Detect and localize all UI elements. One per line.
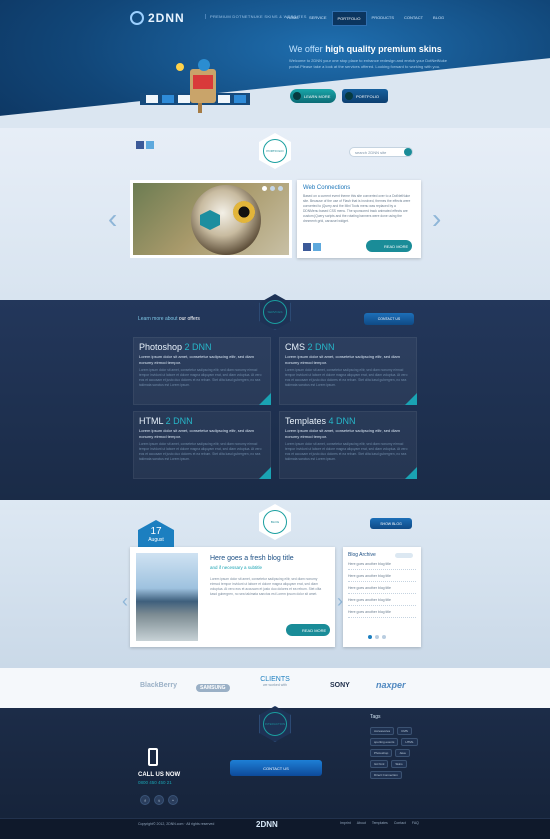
services-hex-label: SERVICES <box>263 300 287 324</box>
blog-archive: Blog Archive Here goes another blog titl… <box>343 547 421 647</box>
twitter-icon[interactable] <box>146 141 154 149</box>
contact-us-button[interactable]: CONTACT US <box>364 313 414 325</box>
archive-item[interactable]: Here goes another blog title <box>348 582 416 594</box>
footer-nav: Imprint About Templates Contact FAQ <box>340 821 419 825</box>
copyright: Copyright© 2012, 2DNN.com · All rights r… <box>138 822 215 826</box>
phone-icon <box>148 748 158 766</box>
twitter-share-icon[interactable] <box>313 243 321 251</box>
portfolio-button[interactable]: PORTFOLIO <box>342 89 388 103</box>
pager-dot[interactable] <box>382 635 386 639</box>
logo-icon <box>130 11 144 25</box>
tag-item[interactable]: Skins <box>391 760 407 768</box>
slider-prev-icon[interactable]: ‹ <box>108 205 118 233</box>
blog-subtitle: and if necessary a subtitle <box>210 565 263 570</box>
call-us-label: CALL US NOW <box>138 772 181 778</box>
tag-item[interactable]: Direct Connection <box>370 771 402 779</box>
tag-item[interactable]: Git html <box>370 760 389 768</box>
nav-blog[interactable]: BLOG <box>428 11 449 26</box>
nav-home[interactable]: HOME <box>282 11 304 26</box>
pager-dot[interactable] <box>368 635 372 639</box>
archive-pager <box>368 635 386 639</box>
service-card-cms[interactable]: CMS 2 DNN Lorem ipsum dolor sit amet, co… <box>279 337 417 405</box>
search-icon[interactable] <box>404 148 412 156</box>
archive-toggle[interactable] <box>395 553 413 558</box>
tag-item[interactable]: Java <box>395 749 410 757</box>
up-arrow-icon[interactable]: ^ <box>168 795 178 805</box>
show-blog-button[interactable]: SHOW BLOG <box>370 518 412 529</box>
learn-more-button[interactable]: LEARN MORE <box>290 89 336 103</box>
clients-heading: CLIENTS we worked with <box>260 676 290 687</box>
learn-more-offers[interactable]: Learn more about our offers <box>138 316 200 322</box>
info-title: Web Connections <box>303 185 351 191</box>
main-nav: HOME SERVICE PORTFOLIO PRODUCTS CONTACT … <box>282 11 449 26</box>
facebook-icon[interactable] <box>136 141 144 149</box>
portfolio-hex-label: PORTFOLIO <box>263 139 287 163</box>
facebook-share-icon[interactable] <box>303 243 311 251</box>
archive-item[interactable]: Here goes another blog title <box>348 594 416 606</box>
tags-title: Tags <box>370 714 381 720</box>
slider-dot[interactable] <box>262 186 267 191</box>
tag-item[interactable]: CMS <box>397 727 412 735</box>
brand-logo[interactable]: 2DNN <box>130 10 200 26</box>
footer-logo[interactable]: 2DNN <box>256 820 278 829</box>
client-logo-naxper: naxper <box>376 680 406 690</box>
service-card-html[interactable]: HTML 2 DNN Lorem ipsum dolor sit amet, c… <box>133 411 271 479</box>
blog-hex-label: BLOG <box>263 510 287 534</box>
nav-contact[interactable]: CONTACT <box>399 11 428 26</box>
twitter-icon[interactable]: t <box>154 795 164 805</box>
arrow-icon <box>293 92 301 100</box>
phone-number: 0800 450 450 21 <box>138 780 172 785</box>
client-logo-sony: SONY <box>330 682 350 689</box>
nav-products[interactable]: PRODUCTS <box>367 11 399 26</box>
archive-item[interactable]: Here goes another blog title <box>348 570 416 582</box>
brand-name: 2DNN <box>148 11 185 25</box>
footer-link-faq[interactable]: FAQ <box>412 821 419 825</box>
blog-image <box>136 553 198 641</box>
nav-portfolio[interactable]: PORTFOLIO <box>331 11 367 26</box>
tag-item[interactable]: sporting events <box>370 738 399 746</box>
facebook-icon[interactable]: f <box>140 795 150 805</box>
archive-item[interactable]: Here goes another blog title <box>348 606 416 618</box>
hero-title: We offer high quality premium skins <box>289 44 442 54</box>
hero-text: Welcome to 2DNN your one stop place to e… <box>289 58 448 69</box>
tag-item[interactable]: Photoshop <box>370 749 393 757</box>
interaction-hex-label: INTERACTION <box>263 712 287 736</box>
slider-dots <box>262 186 283 191</box>
client-logo-samsung: SAMSUNG <box>196 684 230 692</box>
info-text: Based on a current event theme this site… <box>303 194 411 223</box>
tag-item[interactable]: HTML <box>401 738 418 746</box>
blog-read-more-button[interactable]: READ MORE <box>286 624 330 636</box>
footer-link-contact[interactable]: Contact <box>394 821 406 825</box>
portfolio-read-more-button[interactable]: READ MORE <box>366 240 412 252</box>
services-section <box>0 300 550 500</box>
hero-illustration <box>140 59 250 113</box>
client-logo-blackberry: BlackBerry <box>140 682 177 689</box>
footer-link-templates[interactable]: Templates <box>372 821 388 825</box>
tag-cloud: Accessories CMS sporting events HTML Pho… <box>370 727 420 779</box>
service-card-templates[interactable]: Templates 4 DNN Lorem ipsum dolor sit am… <box>279 411 417 479</box>
contact-us-ribbon[interactable]: CONTACT US <box>230 760 322 776</box>
slider-next-icon[interactable]: › <box>432 205 442 233</box>
nav-service[interactable]: SERVICE <box>304 11 332 26</box>
blog-title[interactable]: Here goes a fresh blog title <box>210 555 294 562</box>
pager-dot[interactable] <box>375 635 379 639</box>
slider-dot[interactable] <box>270 186 275 191</box>
blog-excerpt: Lorem ipsum dolor sit amet, consetetur s… <box>210 577 322 596</box>
archive-item[interactable]: Here goes another blog title <box>348 558 416 570</box>
footer-link-imprint[interactable]: Imprint <box>340 821 351 825</box>
service-card-photoshop[interactable]: Photoshop 2 DNN Lorem ipsum dolor sit am… <box>133 337 271 405</box>
tag-item[interactable]: Accessories <box>370 727 395 735</box>
slider-dot[interactable] <box>278 186 283 191</box>
clients-section <box>0 668 550 708</box>
footer-link-about[interactable]: About <box>357 821 366 825</box>
eagle-eye <box>233 201 255 223</box>
image-icon <box>345 92 353 100</box>
